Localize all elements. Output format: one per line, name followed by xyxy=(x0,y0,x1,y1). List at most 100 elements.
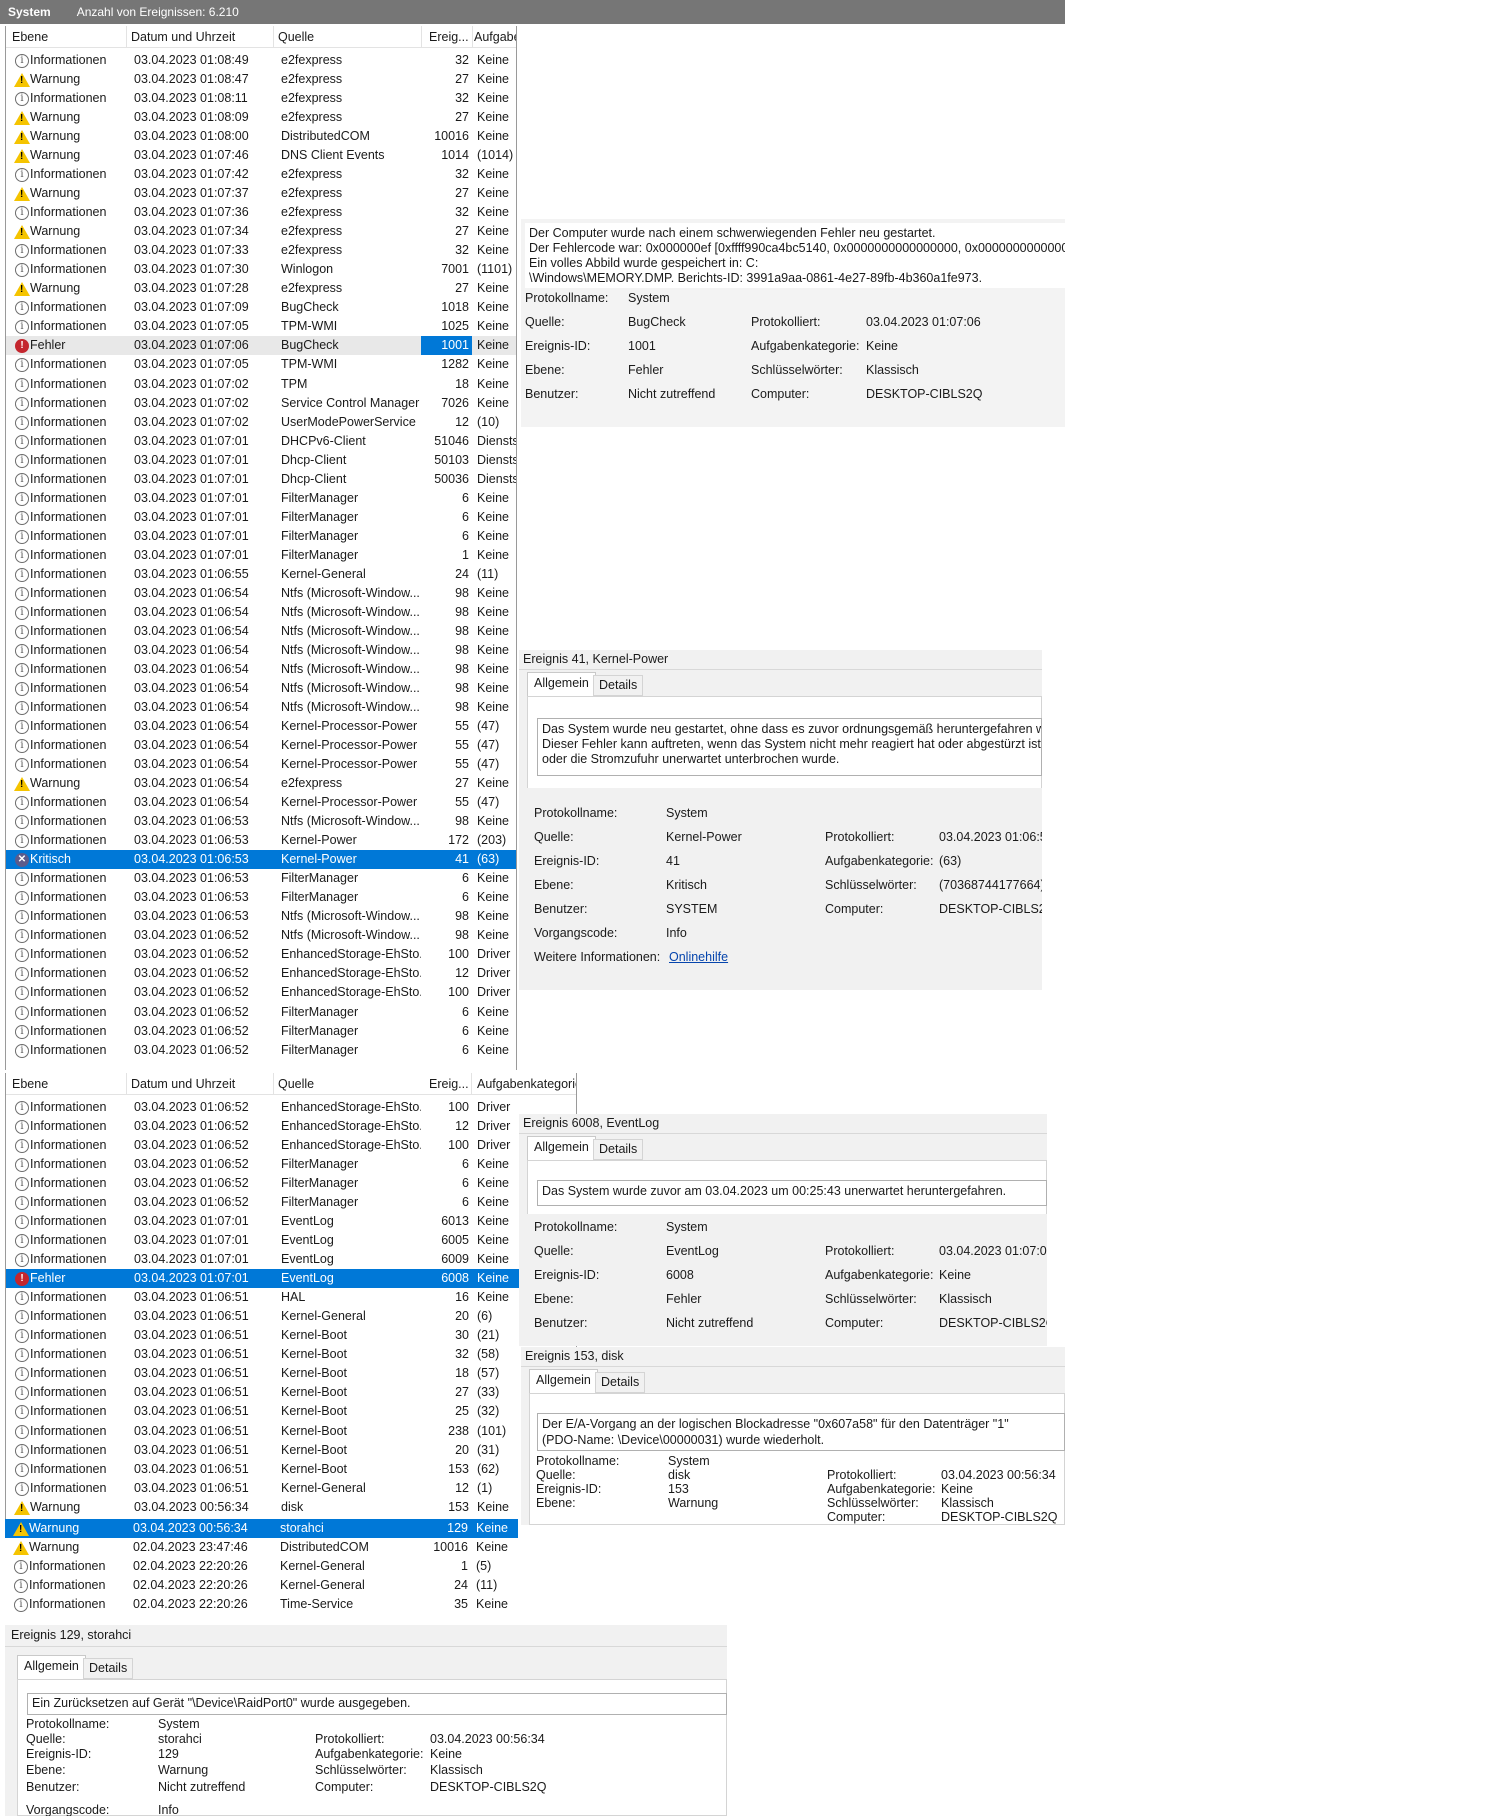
table-row[interactable]: i Informationen 03.04.2023 01:06:52 Enhance… xyxy=(6,1136,576,1155)
column-category[interactable]: Aufgabenkategorie xyxy=(474,30,516,44)
table-row[interactable]: i Informationen 03.04.2023 01:07:05 TPM-WMI… xyxy=(6,317,516,336)
table-row[interactable]: i Informationen 03.04.2023 01:06:53 FilterM… xyxy=(6,888,516,907)
column-level[interactable]: Ebene xyxy=(12,1077,48,1091)
event-list-1[interactable]: Ebene Datum und Uhrzeit Quelle Ereig... … xyxy=(5,26,517,1070)
column-datetime[interactable]: Datum und Uhrzeit xyxy=(131,30,235,44)
table-row[interactable]: i Informationen 03.04.2023 01:06:52 FilterM… xyxy=(6,1003,516,1022)
table-row[interactable]: ! Warnung 03.04.2023 01:07:28 e2fexpress 27 K… xyxy=(6,279,516,298)
column-category[interactable]: Aufgabenkategorie xyxy=(477,1077,576,1091)
tab-general[interactable]: Allgemein xyxy=(529,1369,598,1393)
table-row[interactable]: i Informationen 03.04.2023 01:07:01 EventLo… xyxy=(6,1250,576,1269)
table-row[interactable]: i Informationen 03.04.2023 01:06:52 FilterM… xyxy=(6,1041,516,1060)
table-row[interactable]: i Informationen 03.04.2023 01:06:52 Enhance… xyxy=(6,1117,576,1136)
table-row[interactable]: i Informationen 03.04.2023 01:06:54 Ntfs (M… xyxy=(6,622,516,641)
tab-details[interactable]: Details xyxy=(593,675,644,696)
table-row[interactable]: i Informationen 03.04.2023 01:06:53 FilterM… xyxy=(6,869,516,888)
event-list-2[interactable]: Ebene Datum und Uhrzeit Quelle Ereig... … xyxy=(5,1073,577,1520)
table-row[interactable]: i Informationen 03.04.2023 01:07:01 EventLo… xyxy=(6,1212,576,1231)
column-datetime[interactable]: Datum und Uhrzeit xyxy=(131,1077,235,1091)
table-row[interactable]: i Informationen 03.04.2023 01:06:53 Kernel-… xyxy=(6,831,516,850)
table-row[interactable]: i Informationen 03.04.2023 01:06:51 Kernel-… xyxy=(6,1307,576,1326)
table-row[interactable]: i Informationen 03.04.2023 01:06:52 FilterM… xyxy=(6,1193,576,1212)
table-row[interactable]: i Informationen 03.04.2023 01:07:09 BugChec… xyxy=(6,298,516,317)
table-row[interactable]: i Informationen 03.04.2023 01:06:54 Kernel-… xyxy=(6,755,516,774)
table-row[interactable]: ! Warnung 03.04.2023 00:56:34 disk 153 Keine xyxy=(6,1498,576,1517)
column-source[interactable]: Quelle xyxy=(278,1077,314,1091)
table-row[interactable]: i Informationen 03.04.2023 01:06:54 Ntfs (M… xyxy=(6,698,516,717)
table-row[interactable]: ! Warnung 03.04.2023 01:08:00 DistributedCO… xyxy=(6,127,516,146)
table-row[interactable]: i Informationen 03.04.2023 01:07:30 Winlogo… xyxy=(6,260,516,279)
tab-details[interactable]: Details xyxy=(593,1139,644,1160)
table-row[interactable]: i Informationen 03.04.2023 01:06:52 Enhance… xyxy=(6,1098,576,1117)
table-row[interactable]: ✕ Kritisch 03.04.2023 01:06:53 Kernel-Power… xyxy=(6,850,516,870)
table-row[interactable]: ! Fehler 03.04.2023 01:07:01 EventLog 6008 Ke… xyxy=(6,1269,576,1289)
table-row[interactable]: i Informationen 03.04.2023 01:07:05 TPM-WMI… xyxy=(6,355,516,374)
table-row[interactable]: i Informationen 03.04.2023 01:07:01 FilterM… xyxy=(6,527,516,546)
table-row[interactable]: i Informationen 03.04.2023 01:07:01 FilterM… xyxy=(6,489,516,508)
table-row[interactable]: ! Warnung 03.04.2023 01:06:54 e2fexpress 27 K… xyxy=(6,774,516,793)
tab-details[interactable]: Details xyxy=(83,1658,134,1679)
table-row[interactable]: i Informationen 02.04.2023 22:20:26 Time-Se… xyxy=(5,1595,727,1614)
table-row[interactable]: i Informationen 03.04.2023 01:06:51 Kernel-… xyxy=(6,1326,576,1345)
table-row[interactable]: ! Warnung 03.04.2023 01:08:47 e2fexpress 27 K… xyxy=(6,70,516,89)
table-row[interactable]: i Informationen 03.04.2023 01:07:33 e2fexpr… xyxy=(6,241,516,260)
table-row[interactable]: i Informationen 02.04.2023 22:20:26 Kernel-… xyxy=(5,1557,727,1576)
table-row[interactable]: i Informationen 03.04.2023 01:06:52 FilterM… xyxy=(6,1155,576,1174)
table-row[interactable]: i Informationen 03.04.2023 01:06:52 FilterM… xyxy=(6,1022,516,1041)
table-row[interactable]: i Informationen 03.04.2023 01:06:54 Kernel-… xyxy=(6,736,516,755)
table-row[interactable]: i Informationen 03.04.2023 01:06:53 Ntfs (M… xyxy=(6,907,516,926)
event-list-3[interactable]: ! Warnung 03.04.2023 00:56:34 storahci 129 Ke… xyxy=(5,1519,727,1622)
table-row[interactable]: i Informationen 03.04.2023 01:06:51 Kernel-… xyxy=(6,1479,576,1498)
table-row[interactable]: i Informationen 03.04.2023 01:06:54 Kernel-… xyxy=(6,717,516,736)
table-row[interactable]: i Informationen 03.04.2023 01:06:51 Kernel-… xyxy=(6,1422,576,1441)
online-help-link[interactable]: Onlinehilfe xyxy=(669,950,728,964)
table-row[interactable]: i Informationen 03.04.2023 01:07:02 UserMod… xyxy=(6,413,516,432)
table-row[interactable]: i Informationen 03.04.2023 01:07:01 FilterM… xyxy=(6,546,516,565)
table-row[interactable]: i Informationen 02.04.2023 22:20:26 Kernel-… xyxy=(5,1576,727,1595)
table-row[interactable]: i Informationen 03.04.2023 01:07:01 EventLo… xyxy=(6,1231,576,1250)
table-row[interactable]: i Informationen 03.04.2023 01:07:01 DHCPv6-… xyxy=(6,432,516,451)
table-row[interactable]: i Informationen 03.04.2023 01:06:54 Ntfs (M… xyxy=(6,660,516,679)
column-source[interactable]: Quelle xyxy=(278,30,314,44)
table-row[interactable]: i Informationen 03.04.2023 01:06:51 Kernel-… xyxy=(6,1364,576,1383)
table-row[interactable]: i Informationen 03.04.2023 01:06:53 Ntfs (M… xyxy=(6,812,516,831)
table-row[interactable]: i Informationen 03.04.2023 01:07:02 TPM 18 Ke… xyxy=(6,375,516,394)
table-row[interactable]: i Informationen 03.04.2023 01:08:11 e2fexpr… xyxy=(6,89,516,108)
table-row[interactable]: i Informationen 03.04.2023 01:06:52 Ntfs (M… xyxy=(6,926,516,945)
tab-general[interactable]: Allgemein xyxy=(527,672,596,696)
table-row[interactable]: i Informationen 03.04.2023 01:06:51 Kernel-… xyxy=(6,1441,576,1460)
column-event-id[interactable]: Ereig... xyxy=(429,1077,469,1091)
table-row[interactable]: i Informationen 03.04.2023 01:07:02 Service… xyxy=(6,394,516,413)
table-row[interactable]: ! Warnung 03.04.2023 01:08:09 e2fexpress 27 K… xyxy=(6,108,516,127)
table-row[interactable]: ! Warnung 03.04.2023 01:07:37 e2fexpress 27 K… xyxy=(6,184,516,203)
table-row[interactable]: i Informationen 03.04.2023 01:07:01 Dhcp-Cl… xyxy=(6,451,516,470)
table-row[interactable]: i Informationen 03.04.2023 01:06:51 Kernel-… xyxy=(6,1383,576,1402)
table-row[interactable]: i Informationen 03.04.2023 01:07:01 Dhcp-Cl… xyxy=(6,470,516,489)
table-row[interactable]: i Informationen 03.04.2023 01:06:51 HAL 16 Ke… xyxy=(6,1288,576,1307)
table-row[interactable]: i Informationen 03.04.2023 01:07:01 FilterM… xyxy=(6,508,516,527)
table-row[interactable]: i Informationen 03.04.2023 01:06:54 Ntfs (M… xyxy=(6,603,516,622)
table-row[interactable]: i Informationen 03.04.2023 01:06:51 Kernel-… xyxy=(6,1460,576,1479)
tab-general[interactable]: Allgemein xyxy=(527,1136,596,1160)
table-row[interactable]: ! Warnung 03.04.2023 01:07:46 DNS Client Ev… xyxy=(6,146,516,165)
table-row[interactable]: i Informationen 03.04.2023 01:06:52 Enhance… xyxy=(6,964,516,983)
table-row[interactable]: i Informationen 03.04.2023 01:06:51 Kernel-… xyxy=(6,1345,576,1364)
table-row[interactable]: i Informationen 03.04.2023 01:06:54 Ntfs (M… xyxy=(6,679,516,698)
table-row[interactable]: i Informationen 03.04.2023 01:06:52 Enhance… xyxy=(6,945,516,964)
column-event-id[interactable]: Ereig... xyxy=(429,30,469,44)
table-row[interactable]: i Informationen 03.04.2023 01:06:52 Enhance… xyxy=(6,983,516,1002)
table-row[interactable]: i Informationen 03.04.2023 01:06:52 FilterM… xyxy=(6,1174,576,1193)
table-row[interactable]: i Informationen 03.04.2023 01:08:49 e2fexpr… xyxy=(6,51,516,70)
tab-general[interactable]: Allgemein xyxy=(17,1655,86,1679)
table-row[interactable]: ! Warnung 02.04.2023 23:47:46 DistributedCO… xyxy=(5,1538,727,1557)
table-row[interactable]: i Informationen 03.04.2023 01:07:42 e2fexpr… xyxy=(6,165,516,184)
column-level[interactable]: Ebene xyxy=(12,30,48,44)
table-row[interactable]: ! Fehler 03.04.2023 01:07:06 BugCheck 1001 Ke… xyxy=(6,336,516,356)
table-row[interactable]: i Informationen 03.04.2023 01:06:51 Kernel-… xyxy=(6,1402,576,1421)
table-row[interactable]: i Informationen 03.04.2023 01:06:54 Kernel-… xyxy=(6,793,516,812)
table-row[interactable]: i Informationen 03.04.2023 01:06:54 Ntfs (M… xyxy=(6,584,516,603)
table-row[interactable]: i Informationen 03.04.2023 01:06:54 Ntfs (M… xyxy=(6,641,516,660)
table-row[interactable]: i Informationen 03.04.2023 01:07:36 e2fexpr… xyxy=(6,203,516,222)
table-row[interactable]: ! Warnung 03.04.2023 01:07:34 e2fexpress 27 K… xyxy=(6,222,516,241)
table-row[interactable]: i Informationen 03.04.2023 01:06:55 Kernel-… xyxy=(6,565,516,584)
